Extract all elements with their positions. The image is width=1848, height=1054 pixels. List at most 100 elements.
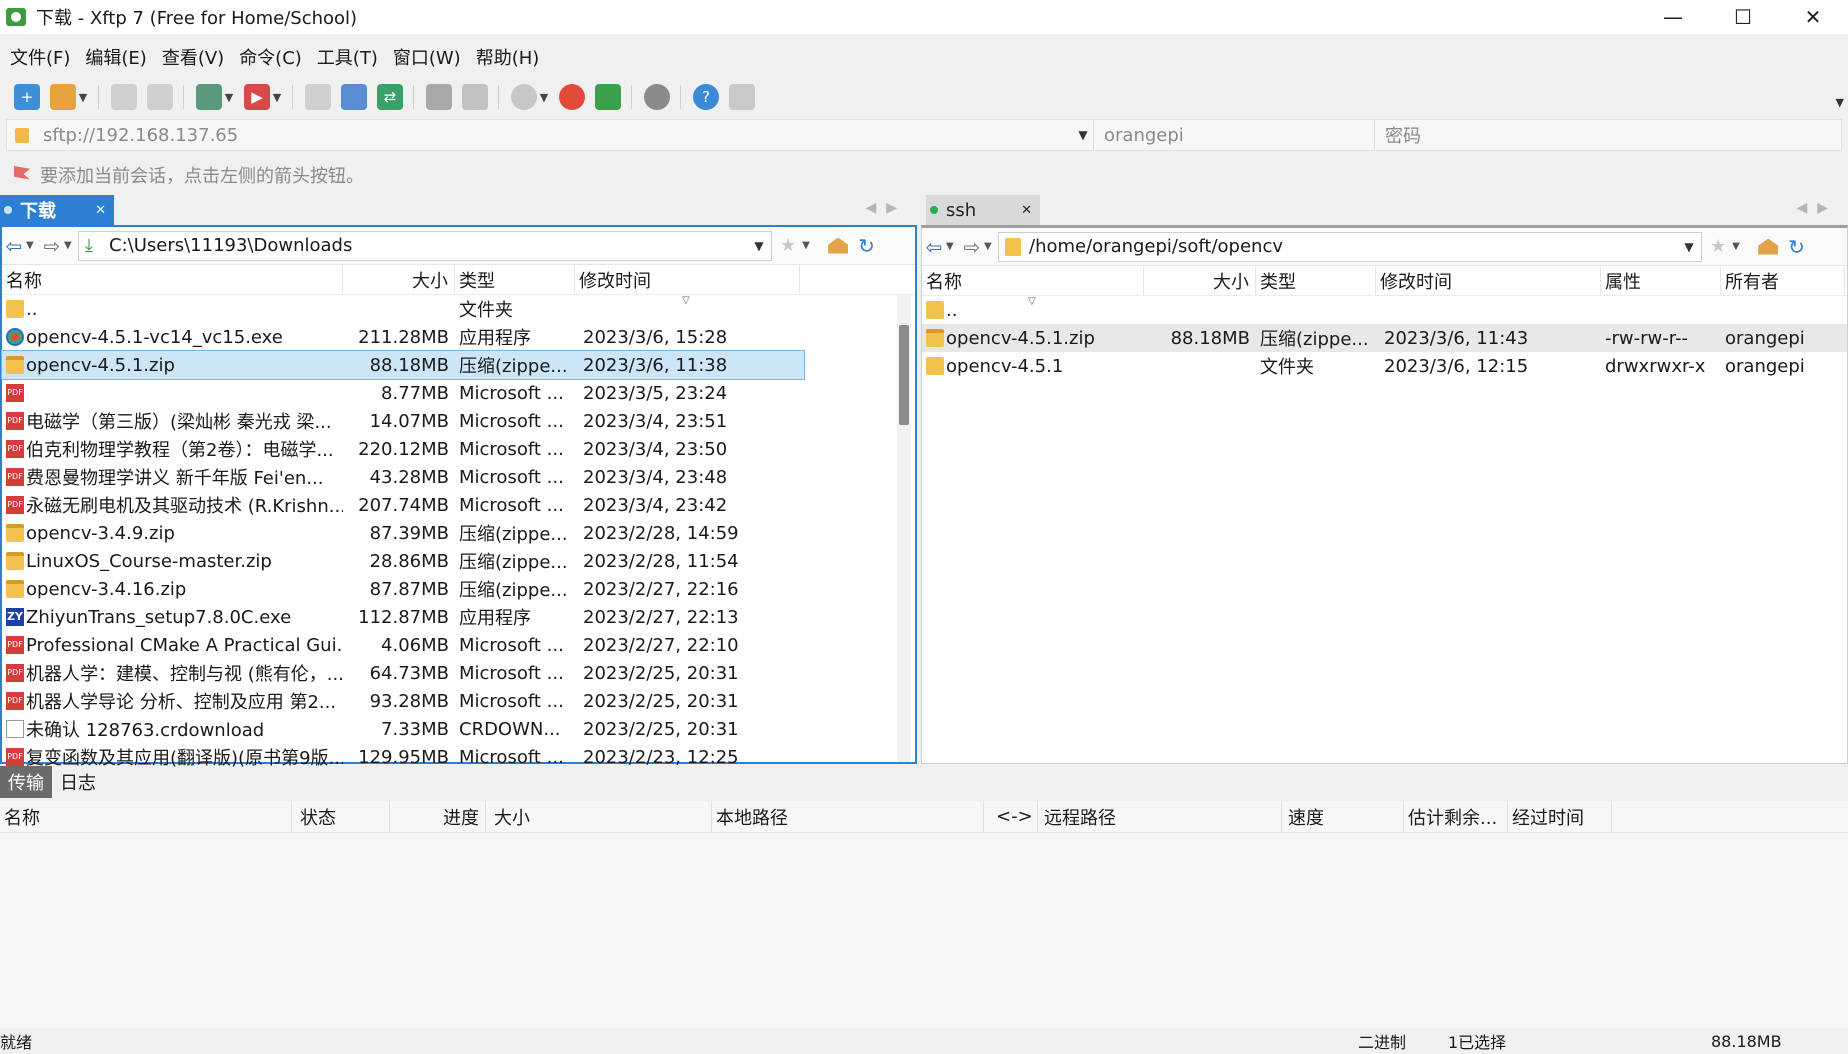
add-session-flag-icon[interactable] [14,166,30,180]
tab-log[interactable]: 日志 [52,766,104,798]
xfer-col-eta[interactable]: 估计剩余... [1404,801,1508,832]
parent-directory-row[interactable]: .. 文件夹 [2,295,915,323]
col-attributes[interactable]: 属性 [1601,266,1721,295]
xfer-col-elapsed[interactable]: 经过时间 [1508,801,1612,832]
connect-icon[interactable] [111,84,137,110]
menu-file[interactable]: 文件(F) [10,44,70,70]
chevron-down-icon[interactable]: ▼ [1073,128,1093,142]
transfer-icon[interactable]: ⇄ [377,84,403,110]
maximize-button[interactable]: ☐ [1708,0,1778,34]
xfer-col-name[interactable]: 名称 [0,801,292,832]
tab-scroll-arrows[interactable]: ◀▶ [865,200,907,216]
chevron-down-icon[interactable]: ▼ [26,240,40,251]
table-row[interactable]: PDF 8.77MB Microsoft ... 2023/3/5, 23:24 [2,379,915,407]
session-settings-icon[interactable] [196,84,222,110]
chevron-down-icon[interactable]: ▼ [1677,240,1701,254]
session-dropdown-icon[interactable]: ▼ [224,84,234,110]
status-transfer-mode[interactable]: 二进制 [1358,1029,1406,1053]
tab-remote-ssh[interactable]: ssh ✕ [926,195,1040,225]
xshell-icon[interactable] [559,84,585,110]
xftp-icon[interactable] [595,84,621,110]
table-row[interactable]: PDF 机器人学：建模、控制与视 (熊有伦，... 64.73MB Microsoft… [2,659,915,687]
sync-icon[interactable]: ▶ [244,84,270,110]
xfer-col-progress[interactable]: 进度 [390,801,486,832]
refresh-icon[interactable]: ↻ [1788,235,1805,259]
sync-dropdown-icon[interactable]: ▼ [272,84,282,110]
col-size[interactable]: 大小 [343,265,455,294]
xfer-col-speed[interactable]: 速度 [1282,801,1404,832]
menu-view[interactable]: 查看(V) [162,44,224,70]
table-row[interactable]: opencv-4.5.1 文件夹 2023/3/6, 12:15 drwxrwxr-x… [922,352,1847,380]
xfer-col-status[interactable]: 状态 [292,801,390,832]
username-input[interactable]: orangepi [1104,125,1374,146]
menu-help[interactable]: 帮助(H) [476,44,540,70]
close-icon[interactable]: ✕ [1021,203,1032,218]
table-row[interactable]: PDF 伯克利物理学教程（第2卷）：电磁学... 220.12MB Microsoft… [2,435,915,463]
menu-command[interactable]: 命令(C) [239,44,302,70]
bookmark-star-icon[interactable]: ★ [780,235,796,256]
col-type[interactable]: 类型 [455,265,575,294]
col-name[interactable]: 名称 [2,265,343,294]
table-row[interactable]: ZY ZhiyunTrans_setup7.8.0C.exe 112.87MB 应用程… [2,603,915,631]
remote-path-input[interactable]: /home/orangepi/soft/opencv ▼ [998,231,1702,262]
table-row[interactable]: 未确认 128763.crdownload 7.33MB CRDOWN... 2023… [2,715,915,743]
open-folder-icon[interactable] [50,84,76,110]
open-dropdown-icon[interactable]: ▼ [78,84,88,110]
table-row[interactable]: opencv-4.5.1.zip 88.18MB 压缩(zippe... 2023/3… [922,324,1847,352]
table-row[interactable]: PDF 机器人学导论 分析、控制及应用 第2... 93.28MB Microsoft… [2,687,915,715]
toolbar-overflow-icon[interactable]: ▼ [1836,96,1844,109]
host-input[interactable]: sftp://192.168.137.65 [43,125,1073,146]
xfer-col-remote-path[interactable]: 远程路径 [1038,801,1282,832]
tab-transfer[interactable]: 传输 [0,766,52,798]
col-owner[interactable]: 所有者 [1721,266,1845,295]
xfer-col-direction[interactable]: <-> [984,801,1038,832]
forward-icon[interactable]: ⇨ [960,235,984,259]
col-modified[interactable]: 修改时间 [575,265,800,294]
back-icon[interactable]: ⇦ [922,235,946,259]
chevron-down-icon[interactable]: ▼ [946,241,960,252]
table-row[interactable]: PDF 永磁无刷电机及其驱动技术 (R.Krishn... 207.74MB Micr… [2,491,915,519]
local-scrollbar-thumb[interactable] [899,325,909,425]
menu-tools[interactable]: 工具(T) [317,44,378,70]
menu-edit[interactable]: 编辑(E) [85,44,146,70]
col-modified[interactable]: 修改时间 [1376,266,1601,295]
tab-local-downloads[interactable]: 下载 ✕ [0,195,114,225]
table-row[interactable]: PDF Professional CMake A Practical Gui...… [2,631,915,659]
menu-window[interactable]: 窗口(W) [393,44,461,70]
chevron-down-icon[interactable]: ▼ [1732,241,1746,252]
chevron-down-icon[interactable]: ▼ [64,240,78,251]
help-icon[interactable]: ? [693,84,719,110]
close-button[interactable]: ✕ [1778,0,1848,34]
chevron-down-icon[interactable]: ▼ [802,240,816,251]
bookmark-star-icon[interactable]: ★ [1710,236,1726,257]
col-type[interactable]: 类型 [1256,266,1376,295]
refresh-icon[interactable]: ↻ [858,234,875,258]
copy-icon[interactable] [426,84,452,110]
disconnect-icon[interactable] [147,84,173,110]
xfer-col-local-path[interactable]: 本地路径 [712,801,984,832]
table-row[interactable]: PDF 费恩曼物理学讲义 新千年版 Fei'en... 43.28MB Microso… [2,463,915,491]
transfer-list[interactable] [0,833,1848,1028]
table-row[interactable]: opencv-4.5.1.zip 88.18MB 压缩(zippe... 2023/3… [1,350,805,380]
password-input[interactable]: 密码 [1385,122,1421,148]
table-row[interactable]: LinuxOS_Course-master.zip 28.86MB 压缩(zippe… [2,547,915,575]
new-session-icon[interactable]: + [14,84,40,110]
table-row[interactable]: PDF 复变函数及其应用(翻译版)(原书第9版... 129.95MB Microso… [2,743,915,771]
chevron-down-icon[interactable]: ▼ [747,239,771,253]
close-icon[interactable]: ✕ [95,203,106,218]
xfer-col-size[interactable]: 大小 [486,801,712,832]
forward-icon[interactable]: ⇨ [40,234,64,258]
home-icon[interactable] [828,237,849,254]
home-icon[interactable] [1758,238,1779,255]
download-icon[interactable] [341,84,367,110]
table-row[interactable]: opencv-3.4.16.zip 87.87MB 压缩(zippe... 2023/… [2,575,915,603]
local-path-input[interactable]: ⤓ C:\Users\11193\Downloads ▼ [78,230,772,261]
col-size[interactable]: 大小 [1144,266,1256,295]
chat-icon[interactable] [729,84,755,110]
encoding-icon[interactable] [511,84,537,110]
col-name[interactable]: 名称 [922,266,1144,295]
gear-icon[interactable] [644,84,670,110]
upload-icon[interactable] [305,84,331,110]
encoding-dropdown-icon[interactable]: ▼ [539,84,549,110]
minimize-button[interactable]: — [1638,0,1708,34]
